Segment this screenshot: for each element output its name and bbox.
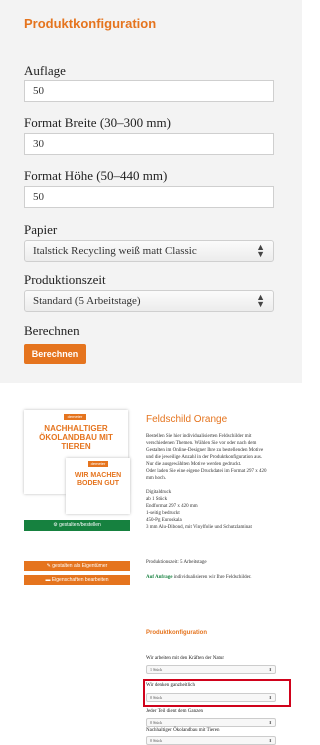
select-arrows-icon: ▲ ▼ — [256, 292, 265, 309]
spec-line: Endformat 297 x 420 mm — [146, 504, 198, 509]
spec-line: Digitaldruck — [146, 490, 172, 495]
design-order-label: gestalten/bestellen — [59, 522, 101, 528]
production-select-value: Standard (5 Arbeitstage) — [33, 295, 141, 307]
product-config-title: Produktkonfiguration — [146, 630, 207, 636]
sign-image-2: demeter WIR MACHEN BODEN GUT — [66, 458, 130, 514]
width-input[interactable]: 30 — [24, 133, 274, 155]
design-as-owner-button[interactable]: ✎ gestalten als Eigentümer — [24, 561, 130, 571]
desc-line: verschiedenen Themen. Wählen Sie vor ode… — [146, 441, 257, 446]
design-order-button[interactable]: ⚙ gestalten/bestellen — [24, 520, 130, 531]
product-specs: Digitaldruck ab 1 Stück Endformat 297 x … — [146, 489, 286, 531]
option-quantity-select[interactable]: 0 Stück ⬍ — [146, 736, 276, 745]
chevron-down-icon: ⬍ — [268, 667, 272, 672]
desc-line: Bestellen Sie hier individualisierten Fe… — [146, 434, 252, 439]
design-as-owner-label: gestalten als Eigentümer — [52, 563, 108, 569]
on-request-link[interactable]: Auf Anfrage — [146, 575, 173, 580]
option-quantity-select[interactable]: 0 Stück ⬍ — [146, 718, 276, 727]
calculate-button[interactable]: Berechnen — [24, 344, 86, 364]
paper-select[interactable]: Italstick Recycling weiß matt Classic ▲ ▼ — [24, 240, 274, 262]
sign-1-text: NACHHALTIGER ÖKOLANDBAU MIT TIEREN — [39, 424, 113, 451]
gear-icon: ⚙ — [53, 522, 58, 528]
config-title: Produktkonfiguration — [24, 16, 157, 31]
option-value: 1 Stück — [150, 667, 163, 672]
chevron-down-icon: ⬍ — [268, 720, 272, 725]
desc-line: Oder laden Sie eine eigene Druckdatei im… — [146, 469, 267, 474]
calculate-label: Berechnen — [24, 323, 80, 338]
select-arrows-icon: ▲ ▼ — [256, 242, 265, 259]
paper-select-value: Italstick Recycling weiß matt Classic — [33, 245, 197, 257]
production-label: Produktionszeit — [24, 272, 106, 287]
option-quantity-select[interactable]: 1 Stück ⬍ — [146, 665, 276, 674]
product-title: Feldschild Orange — [146, 414, 228, 425]
desc-line: mm hoch. — [146, 476, 166, 481]
spec-line: 3 mm Alu-Dibond, mit Vinylfolie und Schu… — [146, 525, 252, 530]
folder-icon: ▬ — [45, 577, 51, 583]
spec-line: ab 1 Stück — [146, 497, 168, 502]
demeter-logo: demeter — [64, 414, 86, 420]
on-request-rest: individualisieren wir Ihre Feldschilder. — [172, 575, 252, 580]
option-value: 0 Stück — [150, 738, 163, 743]
product-description: Bestellen Sie hier individualisierten Fe… — [146, 433, 286, 482]
quantity-input[interactable]: 50 — [24, 80, 274, 102]
sign-2-text: WIR MACHEN BODEN GUT — [74, 472, 122, 487]
option-label: Jeder Teil dient dem Ganzen — [146, 709, 204, 714]
width-label: Format Breite (30–300 mm) — [24, 115, 171, 130]
desc-line: und die jeweilige Anzahl in der Produktk… — [146, 455, 263, 460]
height-label: Format Höhe (50–440 mm) — [24, 168, 168, 183]
edit-properties-button[interactable]: ▬ Eigenschaften bearbeiten — [24, 575, 130, 585]
highlight-box — [143, 679, 291, 707]
option-label: Nachhaltiger Ökolandbau mit Tieren — [146, 728, 220, 733]
production-time: Produktionszeit: 5 Arbeitstage — [146, 560, 207, 565]
option-value: 0 Stück — [150, 720, 163, 725]
demeter-logo: demeter — [88, 461, 108, 467]
desc-line: Gestalten im Online-Designer Ihre zu bes… — [146, 448, 264, 453]
quantity-label: Auflage — [24, 63, 66, 78]
edit-properties-label: Eigenschaften bearbeiten — [51, 577, 109, 583]
spec-line: 1-seitig bedruckt — [146, 511, 180, 516]
paper-label: Papier — [24, 222, 58, 237]
option-label: Wir arbeiten mit den Kräften der Natur — [146, 656, 225, 661]
height-input[interactable]: 50 — [24, 186, 274, 208]
pencil-icon: ✎ — [46, 563, 51, 569]
production-select[interactable]: Standard (5 Arbeitstage) ▲ ▼ — [24, 290, 274, 312]
chevron-down-icon: ⬍ — [268, 738, 272, 743]
on-request-text: Auf Anfrage individualisieren wir Ihre F… — [146, 574, 286, 581]
desc-line: Nur die ausgewählten Motive werden gedru… — [146, 462, 242, 467]
spec-line: 450-Pg Euroskala — [146, 518, 182, 523]
